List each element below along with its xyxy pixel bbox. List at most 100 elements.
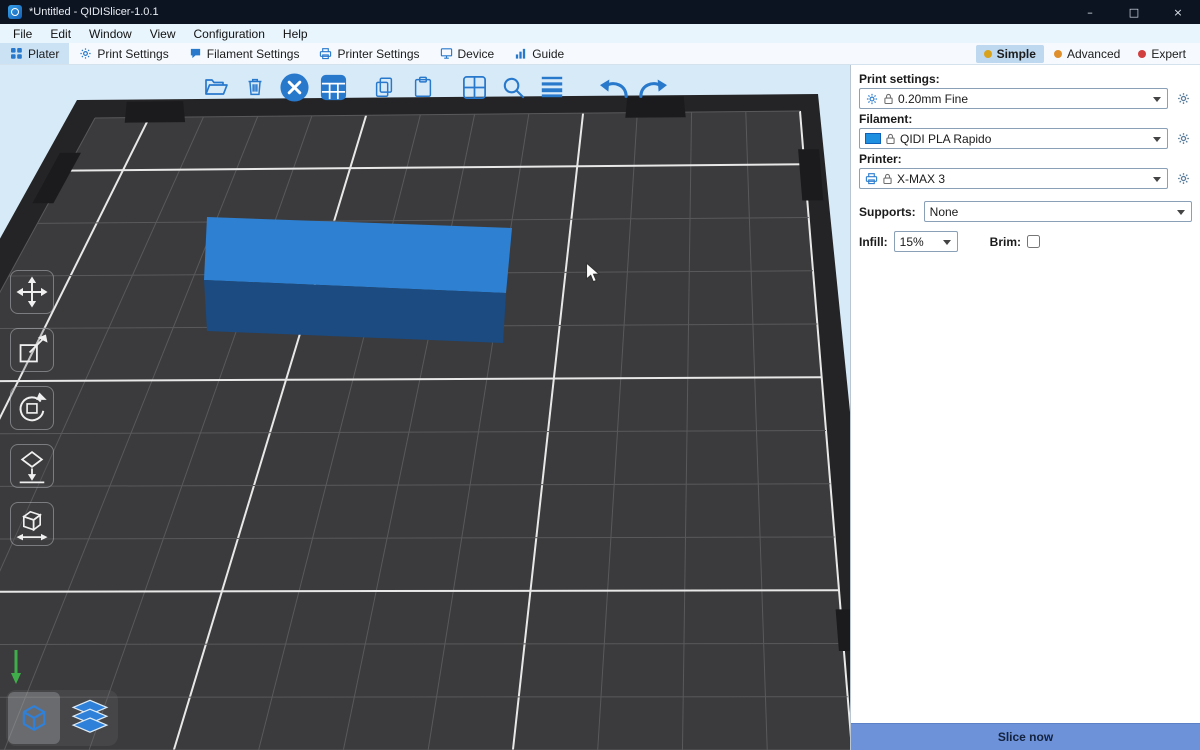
tab-label: Plater — [28, 47, 59, 61]
tab-filament-settings[interactable]: Filament Settings — [179, 43, 310, 64]
printer-row: X-MAX 3 — [859, 168, 1192, 189]
tab-print-settings[interactable]: Print Settings — [69, 43, 178, 64]
redo-button[interactable] — [635, 69, 671, 105]
delete-all-icon — [279, 72, 310, 103]
close-button[interactable]: × — [1156, 0, 1200, 24]
move-icon — [14, 274, 50, 310]
window-title: *Untitled - QIDISlicer-1.0.1 — [29, 6, 159, 18]
place-on-face-gizmo-button[interactable] — [10, 444, 54, 488]
tab-printer-settings[interactable]: Printer Settings — [309, 43, 429, 64]
tab-label: Print Settings — [97, 47, 168, 61]
open-project-button[interactable] — [198, 69, 234, 105]
model-object[interactable] — [204, 217, 512, 293]
lock-icon — [884, 93, 893, 105]
gizmo-toolbar — [10, 270, 54, 546]
gear-icon — [1176, 131, 1191, 146]
split-view-button[interactable] — [456, 69, 492, 105]
undo-button[interactable] — [596, 69, 632, 105]
gear-icon — [865, 92, 879, 106]
menu-file[interactable]: File — [4, 26, 41, 42]
variable-layer-height-button[interactable] — [534, 69, 570, 105]
menu-view[interactable]: View — [141, 26, 185, 42]
viewport-3d[interactable] — [0, 65, 850, 750]
infill-value: 15% — [900, 235, 924, 249]
delete-all-button[interactable] — [276, 69, 312, 105]
minimize-button[interactable]: – — [1068, 0, 1112, 24]
filament-row: QIDI PLA Rapido — [859, 128, 1192, 149]
paste-button[interactable] — [405, 69, 441, 105]
preview-view-button[interactable] — [64, 692, 116, 744]
filament-gear-button[interactable] — [1174, 131, 1192, 146]
measure-icon — [14, 506, 50, 542]
filament-combo[interactable]: QIDI PLA Rapido — [859, 128, 1168, 149]
lock-icon — [883, 173, 892, 185]
infill-combo[interactable]: 15% — [894, 231, 958, 252]
mode-label: Advanced — [1067, 47, 1120, 61]
plate-clip — [798, 149, 823, 200]
window-controls: – □ × — [1068, 0, 1200, 24]
search-button[interactable] — [495, 69, 531, 105]
supports-combo[interactable]: None — [924, 201, 1192, 222]
infill-label: Infill: — [859, 235, 888, 249]
print-settings-combo[interactable]: 0.20mm Fine — [859, 88, 1168, 109]
editor-view-button[interactable] — [8, 692, 60, 744]
copy-button[interactable] — [366, 69, 402, 105]
printer-combo[interactable]: X-MAX 3 — [859, 168, 1168, 189]
menu-configuration[interactable]: Configuration — [185, 26, 274, 42]
editor-cube-icon — [12, 696, 56, 740]
plate-clip — [125, 101, 185, 123]
menu-bar: File Edit Window View Configuration Help — [0, 24, 1200, 43]
filament-color-swatch — [865, 133, 881, 144]
print-settings-label: Print settings: — [859, 72, 1192, 86]
mode-expert[interactable]: Expert — [1130, 45, 1194, 63]
move-gizmo-button[interactable] — [10, 270, 54, 314]
tab-label: Printer Settings — [337, 47, 419, 61]
gear-icon — [1176, 171, 1191, 186]
printer-value: X-MAX 3 — [897, 172, 945, 186]
trash-icon — [243, 75, 267, 99]
infill-row: Infill: 15% Brim: — [859, 231, 1192, 252]
rotate-icon — [14, 390, 50, 426]
tab-label: Filament Settings — [207, 47, 300, 61]
maximize-button[interactable]: □ — [1112, 0, 1156, 24]
arrange-button[interactable] — [315, 69, 351, 105]
supports-value: None — [930, 205, 959, 219]
scale-gizmo-button[interactable] — [10, 328, 54, 372]
slice-now-button[interactable]: Slice now — [851, 723, 1200, 750]
menu-edit[interactable]: Edit — [41, 26, 80, 42]
mode-switcher: Simple Advanced Expert — [976, 43, 1200, 64]
measure-gizmo-button[interactable] — [10, 502, 54, 546]
rotate-gizmo-button[interactable] — [10, 386, 54, 430]
tab-guide[interactable]: Guide — [504, 43, 574, 64]
advanced-mode-dot — [1054, 50, 1062, 58]
gear-icon — [79, 47, 92, 60]
filament-value: QIDI PLA Rapido — [900, 132, 991, 146]
filament-icon — [189, 47, 202, 60]
tab-device[interactable]: Device — [430, 43, 505, 64]
build-plate-3d-view[interactable] — [0, 65, 850, 750]
search-icon — [500, 74, 527, 101]
printer-gear-button[interactable] — [1174, 171, 1192, 186]
lock-icon — [886, 133, 895, 145]
split-view-icon — [461, 74, 488, 101]
expert-mode-dot — [1138, 50, 1146, 58]
delete-button[interactable] — [237, 69, 273, 105]
tab-plater[interactable]: Plater — [0, 43, 69, 64]
brim-checkbox[interactable] — [1027, 235, 1040, 248]
device-monitor-icon — [440, 47, 453, 60]
copy-icon — [372, 75, 396, 99]
printer-label: Printer: — [859, 152, 1192, 166]
mode-simple[interactable]: Simple — [976, 45, 1044, 63]
menu-help[interactable]: Help — [274, 26, 317, 42]
mode-label: Expert — [1151, 47, 1186, 61]
print-settings-gear-button[interactable] — [1174, 91, 1192, 106]
gear-icon — [1176, 91, 1191, 106]
plater-icon — [10, 47, 23, 60]
plater-toolbar — [198, 69, 671, 105]
supports-row: Supports: None — [859, 201, 1192, 222]
arrange-icon — [319, 73, 348, 102]
menu-window[interactable]: Window — [80, 26, 141, 42]
tab-label: Device — [458, 47, 495, 61]
printer-icon — [319, 47, 332, 60]
mode-advanced[interactable]: Advanced — [1046, 45, 1128, 63]
